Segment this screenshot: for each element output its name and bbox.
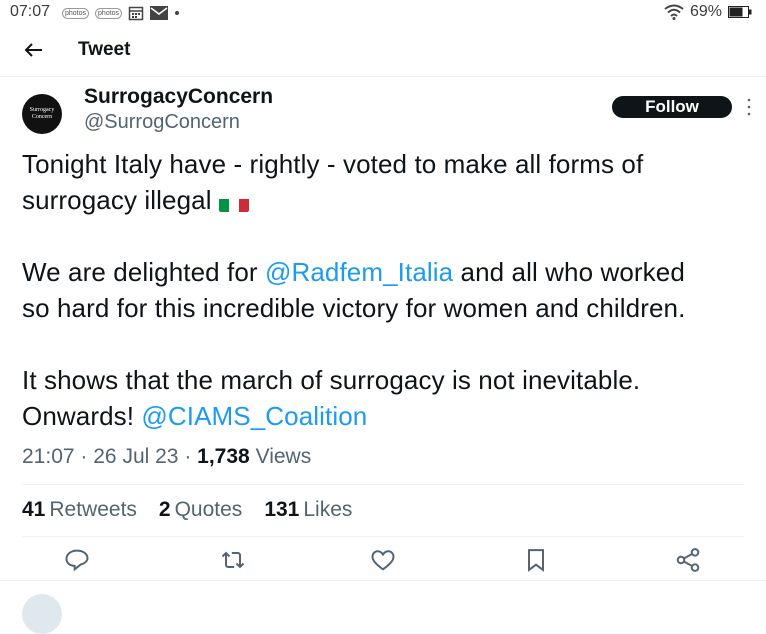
tweet-line: It shows that the march of surrogacy is … [22,365,641,395]
bookmark-icon[interactable] [522,546,550,574]
tweet-line-text: surrogacy illegal [22,185,219,215]
stats-divider [22,536,744,537]
next-avatar-partial [22,594,62,634]
tweet-line: Tonight Italy have - rightly - voted to … [22,149,644,179]
tweet-line-text: We are delighted for [22,257,265,287]
retweets-stat[interactable]: 41 Retweets [22,498,137,522]
tweet-line: surrogacy illegal [22,182,757,218]
tweet-text: Tonight Italy have - rightly - voted to … [22,146,757,434]
action-bar [0,544,766,576]
calendar-icon [128,6,144,21]
top-app-bar: Tweet [0,30,766,74]
retweet-icon[interactable] [219,546,247,574]
mention-link[interactable]: @CIAMS_Coalition [141,401,367,431]
share-icon[interactable] [674,546,702,574]
retweets-label: Retweets [49,498,137,521]
photos-icon: photos [62,7,90,19]
wifi-icon [664,4,684,20]
battery-percent: 69% [689,3,722,20]
flag-stripe-green [218,199,229,212]
author-name[interactable]: SurrogacyConcern [84,85,273,109]
photos-icon: photos [95,7,123,19]
status-bar: 07:07 photos photos 69% [0,0,766,26]
tweet-line-text: Onwards! [22,401,142,431]
page-title: Tweet [78,39,131,60]
views-count: 1,738 [197,445,250,468]
avatar[interactable]: Surrogacy Concern [22,94,62,134]
tweet-line: Onwards! @CIAMS_Coalition [22,398,757,434]
meta-divider [22,484,744,485]
avatar-text: Surrogacy Concern [29,107,55,120]
quotes-count: 2 [158,498,171,521]
reply-icon[interactable] [63,546,91,574]
likes-stat[interactable]: 131 Likes [264,498,352,522]
follow-button[interactable]: Follow [612,96,732,118]
back-arrow-icon[interactable] [22,38,46,62]
retweets-count: 41 [22,498,46,521]
like-icon[interactable] [369,546,397,574]
mail-icon [150,6,169,20]
tweet-line: so hard for this incredible victory for … [22,293,686,323]
tweet-line: We are delighted for @Radfem_Italia and … [22,254,757,290]
tweet-time[interactable]: 21:07 [22,445,75,468]
tweet-meta: 21:07 · 26 Jul 23 · 1,738 Views [22,445,311,469]
meta-separator: · [184,445,192,468]
flag-stripe-white [228,199,239,212]
italy-flag-icon [218,192,249,212]
dot-icon [175,11,180,15]
status-right: 69% [664,3,752,21]
flag-stripe-red [238,199,249,212]
tweet-stats: 41 Retweets 2 Quotes 131 Likes [22,498,352,522]
meta-separator: · [80,445,88,468]
notification-icons: photos photos [62,5,180,21]
likes-label: Likes [303,498,353,521]
actions-divider [0,580,766,581]
header-divider [0,76,766,77]
tweet-line-text: and all who worked [453,257,685,287]
tweet-date[interactable]: 26 Jul 23 [93,445,178,468]
author-handle[interactable]: @SurrogConcern [84,111,240,134]
views-label: Views [255,445,312,468]
likes-count: 131 [264,498,300,521]
quotes-stat[interactable]: 2 Quotes [159,498,242,522]
more-options-icon[interactable] [746,96,752,118]
status-time: 07:07 [10,3,51,20]
mention-link[interactable]: @Radfem_Italia [265,257,453,287]
quotes-label: Quotes [174,498,243,521]
battery-icon [728,6,752,18]
